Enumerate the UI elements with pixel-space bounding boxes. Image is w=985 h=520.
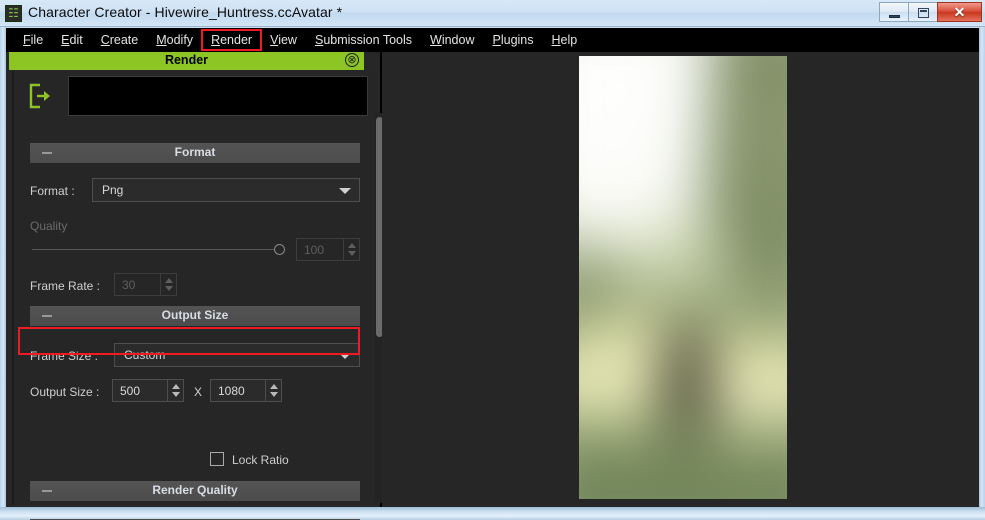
menu-item-render[interactable]: Render bbox=[201, 29, 263, 51]
quality-slider-handle[interactable] bbox=[274, 244, 285, 255]
app-icon: ☷ bbox=[5, 5, 22, 22]
output-width-value: 500 bbox=[120, 384, 141, 398]
menu-item-modify[interactable]: Modify bbox=[147, 30, 202, 50]
menu-item-create[interactable]: Create bbox=[92, 30, 148, 50]
output-height-stepper-buttons[interactable] bbox=[265, 380, 281, 401]
frame-rate-stepper[interactable]: 30 bbox=[114, 273, 177, 296]
menu-label-modify: odify bbox=[166, 33, 194, 47]
render-panel-body: Format Format : Png Quality 100 Frame Ra… bbox=[12, 71, 393, 520]
quality-slider-track[interactable] bbox=[32, 249, 280, 250]
render-header-strip bbox=[22, 76, 372, 118]
quality-label: Quality bbox=[30, 219, 68, 233]
section-header-render-quality[interactable]: Render Quality bbox=[30, 481, 360, 501]
window-titlebar: ☷ Character Creator - Hivewire_Huntress.… bbox=[0, 0, 985, 27]
menu-label-create: reate bbox=[109, 33, 139, 47]
chevron-down-icon bbox=[339, 188, 351, 194]
menu-label-submission-tools: ubmission Tools bbox=[323, 33, 413, 47]
stepper-up-icon[interactable] bbox=[270, 384, 278, 389]
minimize-button[interactable] bbox=[879, 2, 908, 22]
render-panel: Render ⊗ Format Format: Png Quality 100… bbox=[6, 52, 393, 520]
menu-label-edit: dit bbox=[69, 33, 83, 47]
section-header-format[interactable]: Format bbox=[30, 143, 360, 163]
stepper-down-icon[interactable] bbox=[270, 392, 278, 397]
quality-value-stepper[interactable]: 100 bbox=[296, 238, 360, 261]
frame-rate-value: 30 bbox=[122, 278, 136, 292]
stepper-down-icon[interactable] bbox=[348, 251, 356, 256]
section-label-format: Format bbox=[174, 145, 216, 159]
output-width-stepper-buttons[interactable] bbox=[167, 380, 183, 401]
frame-size-dropdown-value: Custom bbox=[124, 348, 166, 362]
menu-item-view[interactable]: View bbox=[261, 30, 306, 50]
stepper-down-icon[interactable] bbox=[165, 286, 173, 291]
close-icon: ✕ bbox=[953, 4, 966, 20]
format-dropdown-value: Png bbox=[102, 183, 124, 197]
character-preview-image bbox=[579, 56, 787, 499]
menu-item-edit[interactable]: Edit bbox=[52, 30, 92, 50]
output-height-stepper[interactable]: 1080 bbox=[210, 379, 282, 402]
menu-label-file: ile bbox=[30, 33, 44, 47]
window-title: Character Creator - Hivewire_Huntress.cc… bbox=[28, 4, 343, 20]
menu-label-help: elp bbox=[560, 33, 578, 47]
maximize-button[interactable] bbox=[908, 2, 937, 22]
render-viewport[interactable] bbox=[382, 52, 979, 507]
window-right-border bbox=[979, 27, 985, 507]
frame-rate-label: Frame Rate : bbox=[30, 279, 101, 293]
close-button[interactable]: ✕ bbox=[937, 2, 982, 22]
maximize-icon bbox=[918, 8, 929, 18]
output-size-label: Output Size : bbox=[30, 385, 100, 399]
format-label: Format : bbox=[30, 184, 75, 198]
size-separator: X bbox=[194, 385, 203, 399]
stepper-up-icon[interactable] bbox=[348, 243, 356, 248]
output-height-value: 1080 bbox=[218, 384, 245, 398]
stepper-up-icon[interactable] bbox=[172, 384, 180, 389]
chevron-down-icon bbox=[339, 353, 351, 359]
menu-label-view: iew bbox=[278, 33, 297, 47]
lock-ratio-checkbox[interactable] bbox=[210, 452, 224, 466]
menu-label-plugins: lugins bbox=[500, 33, 534, 47]
minimize-icon bbox=[889, 15, 900, 18]
stepper-up-icon[interactable] bbox=[165, 278, 173, 283]
menubar: File Edit Create Modify Render View Subm… bbox=[6, 28, 979, 52]
menu-item-submission-tools[interactable]: Submission Tools bbox=[306, 30, 421, 50]
menu-label-render: ender bbox=[220, 33, 253, 47]
application-window: ☷ Character Creator - Hivewire_Huntress.… bbox=[0, 0, 985, 520]
quality-stepper-buttons[interactable] bbox=[343, 239, 359, 260]
render-panel-title: Render bbox=[164, 53, 209, 67]
panel-close-icon[interactable]: ⊗ bbox=[345, 53, 359, 67]
export-arrow-icon[interactable] bbox=[27, 82, 53, 110]
render-preview-thumbnail bbox=[68, 76, 368, 116]
menu-item-file[interactable]: File bbox=[14, 30, 52, 50]
preview-blur-layer bbox=[579, 56, 787, 499]
frame-size-dropdown[interactable]: Custom bbox=[114, 343, 360, 367]
section-label-output-size: Output Size bbox=[161, 308, 229, 322]
render-panel-titlebar: Render ⊗ bbox=[9, 52, 364, 70]
quality-value: 100 bbox=[304, 243, 325, 257]
menu-label-window: indow bbox=[441, 33, 475, 47]
format-dropdown[interactable]: Png bbox=[92, 178, 360, 202]
section-label-render-quality: Render Quality bbox=[152, 483, 238, 497]
menu-item-window[interactable]: Window bbox=[421, 30, 483, 50]
menu-item-plugins[interactable]: Plugins bbox=[484, 30, 543, 50]
frame-size-label: Frame Size : bbox=[30, 349, 99, 363]
frame-rate-stepper-buttons[interactable] bbox=[160, 274, 176, 295]
output-width-stepper[interactable]: 500 bbox=[112, 379, 184, 402]
window-controls: ✕ bbox=[879, 2, 982, 23]
lock-ratio-label: Lock Ratio bbox=[232, 453, 289, 467]
app-icon-glyph: ☷ bbox=[8, 6, 19, 20]
section-header-output-size[interactable]: Output Size bbox=[30, 306, 360, 326]
workspace: Render ⊗ Format Format: Png Quality 100… bbox=[6, 52, 979, 520]
stepper-down-icon[interactable] bbox=[172, 392, 180, 397]
menu-item-help[interactable]: Help bbox=[543, 30, 587, 50]
